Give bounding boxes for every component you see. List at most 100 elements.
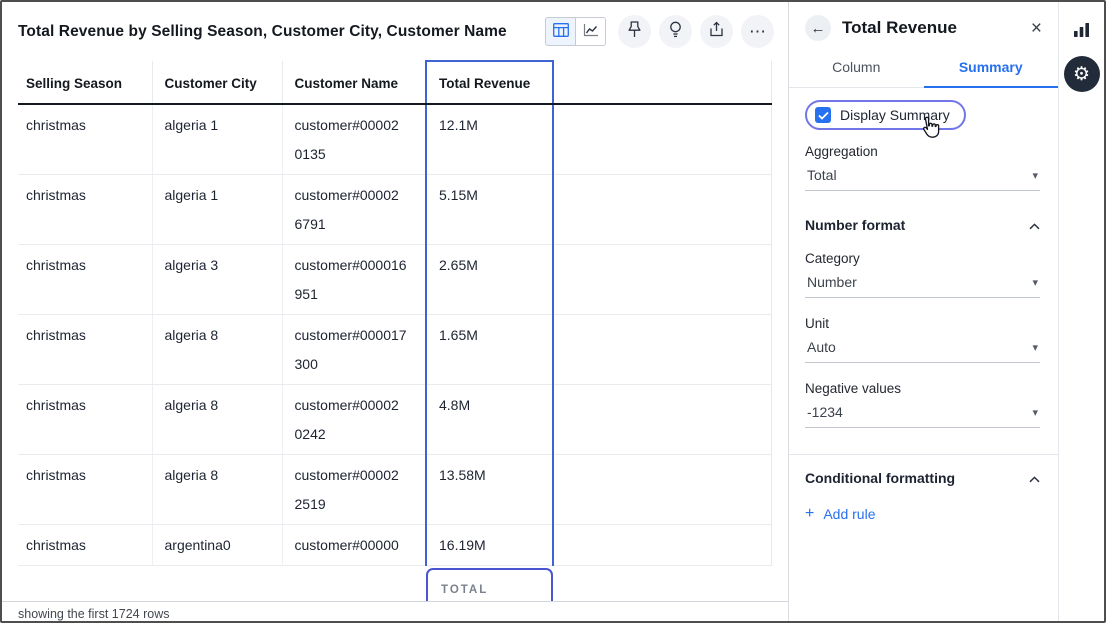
cell-revenue[interactable]: 12.1M: [426, 104, 553, 175]
cell-name[interactable]: customer#00000: [282, 525, 426, 566]
chart-config-button[interactable]: [1073, 22, 1090, 41]
table-view-button[interactable]: [545, 17, 576, 46]
cell-empty: [553, 175, 772, 245]
number-format-section-header[interactable]: Number format: [805, 217, 1040, 233]
column-header-empty: [553, 61, 772, 104]
pin-icon: [628, 21, 641, 43]
add-rule-label: Add rule: [823, 506, 875, 522]
pin-button[interactable]: [618, 15, 651, 48]
panel-title: Total Revenue: [842, 18, 1020, 38]
cell-name[interactable]: customer#000022519: [282, 455, 426, 525]
column-header-total-revenue[interactable]: Total Revenue: [426, 61, 553, 104]
negative-values-select[interactable]: -1234 ▾: [805, 396, 1040, 428]
table-row: christmas algeria 1 customer#000026791 5…: [18, 175, 772, 245]
lightbulb-icon: [669, 21, 682, 43]
view-toggle-group: [545, 17, 606, 46]
chevron-up-icon: [1029, 470, 1040, 486]
right-rail: ⚙: [1058, 2, 1104, 621]
table-view-icon: [553, 23, 569, 40]
table-row: christmas algeria 8 customer#000020242 4…: [18, 385, 772, 455]
panel-body: Display Summary Aggregation Total ▾ Numb…: [789, 88, 1058, 621]
add-rule-button[interactable]: + Add rule: [805, 506, 1040, 522]
cell-empty: [553, 455, 772, 525]
column-header-customer-city[interactable]: Customer City: [152, 61, 282, 104]
category-label: Category: [805, 251, 1040, 266]
cell-revenue[interactable]: 4.8M: [426, 385, 553, 455]
ellipsis-icon: ⋯: [749, 22, 766, 42]
aggregation-select[interactable]: Total ▾: [805, 159, 1040, 191]
cell-city[interactable]: algeria 8: [152, 315, 282, 385]
chevron-down-icon: ▾: [1032, 276, 1038, 289]
answer-area: Total Revenue by Selling Season, Custome…: [2, 2, 788, 621]
tab-column[interactable]: Column: [789, 50, 924, 87]
back-button[interactable]: ←: [805, 15, 831, 41]
chevron-up-icon: [1029, 217, 1040, 233]
cell-city[interactable]: algeria 3: [152, 245, 282, 315]
table-row: christmas algeria 8 customer#000022519 1…: [18, 455, 772, 525]
cell-season[interactable]: christmas: [18, 385, 152, 455]
panel-tabs: Column Summary: [789, 50, 1058, 88]
conditional-formatting-title: Conditional formatting: [805, 470, 955, 486]
total-summary-box: TOTAL 18.05B: [426, 568, 553, 601]
aggregation-label: Aggregation: [805, 144, 1040, 159]
answer-header: Total Revenue by Selling Season, Custome…: [2, 2, 788, 54]
unit-select[interactable]: Auto ▾: [805, 331, 1040, 363]
cell-revenue[interactable]: 16.19M: [426, 525, 553, 566]
close-icon: ×: [1031, 18, 1042, 39]
unit-value: Auto: [807, 339, 836, 355]
cell-revenue[interactable]: 13.58M: [426, 455, 553, 525]
cell-city[interactable]: argentina0: [152, 525, 282, 566]
table-row: christmas argentina0 customer#00000 16.1…: [18, 525, 772, 566]
summary-cell: TOTAL 18.05B: [426, 566, 553, 602]
column-header-selling-season[interactable]: Selling Season: [18, 61, 152, 104]
column-settings-panel: ← Total Revenue × Column Summary Display…: [788, 2, 1058, 621]
cell-name[interactable]: customer#000026791: [282, 175, 426, 245]
table-row: christmas algeria 1 customer#000020135 1…: [18, 104, 772, 175]
cell-city[interactable]: algeria 1: [152, 175, 282, 245]
cell-season[interactable]: christmas: [18, 175, 152, 245]
insights-button[interactable]: [659, 15, 692, 48]
bar-chart-icon: [1073, 26, 1090, 41]
back-arrow-icon: ←: [811, 20, 826, 37]
cell-season[interactable]: christmas: [18, 245, 152, 315]
cell-city[interactable]: algeria 1: [152, 104, 282, 175]
number-format-title: Number format: [805, 217, 905, 233]
chart-view-button[interactable]: [575, 17, 606, 46]
cell-name[interactable]: customer#000017300: [282, 315, 426, 385]
table-container: Selling Season Customer City Customer Na…: [2, 54, 788, 601]
cell-city[interactable]: algeria 8: [152, 455, 282, 525]
category-select[interactable]: Number ▾: [805, 266, 1040, 298]
total-summary-label: TOTAL: [441, 580, 538, 600]
column-header-customer-name[interactable]: Customer Name: [282, 61, 426, 104]
cell-revenue[interactable]: 5.15M: [426, 175, 553, 245]
summary-row: TOTAL 18.05B: [18, 566, 772, 602]
panel-header: ← Total Revenue ×: [789, 2, 1058, 50]
cell-name[interactable]: customer#000016951: [282, 245, 426, 315]
share-button[interactable]: [700, 15, 733, 48]
aggregation-value: Total: [807, 167, 837, 183]
cell-revenue[interactable]: 2.65M: [426, 245, 553, 315]
settings-gear-button[interactable]: ⚙: [1064, 56, 1100, 92]
row-count-footer: showing the first 1724 rows: [2, 601, 788, 621]
cell-revenue[interactable]: 1.65M: [426, 315, 553, 385]
cell-season[interactable]: christmas: [18, 455, 152, 525]
cell-season[interactable]: christmas: [18, 525, 152, 566]
cell-name[interactable]: customer#000020242: [282, 385, 426, 455]
conditional-formatting-section-header[interactable]: Conditional formatting: [805, 470, 1040, 486]
cell-season[interactable]: christmas: [18, 104, 152, 175]
chevron-down-icon: ▾: [1032, 169, 1038, 182]
tab-summary[interactable]: Summary: [924, 50, 1059, 88]
chevron-down-icon: ▾: [1032, 406, 1038, 419]
app-window: Total Revenue by Selling Season, Custome…: [0, 0, 1106, 623]
display-summary-label[interactable]: Display Summary: [840, 107, 950, 123]
cell-season[interactable]: christmas: [18, 315, 152, 385]
cell-city[interactable]: algeria 8: [152, 385, 282, 455]
cell-empty: [553, 385, 772, 455]
cell-name[interactable]: customer#000020135: [282, 104, 426, 175]
share-icon: [709, 21, 724, 42]
checkbox-checked-icon[interactable]: [815, 107, 831, 123]
cell-empty: [553, 525, 772, 566]
more-options-button[interactable]: ⋯: [741, 15, 774, 48]
close-panel-button[interactable]: ×: [1031, 19, 1042, 38]
section-divider: [789, 454, 1058, 455]
